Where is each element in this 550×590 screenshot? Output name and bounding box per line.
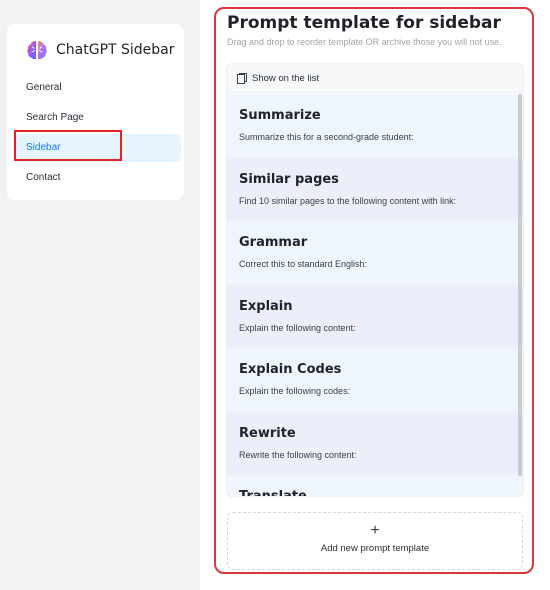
list-header: Show on the list [227,64,523,93]
template-description: Find 10 similar pages to the following c… [239,195,457,206]
template-item[interactable]: Summarize Summarize this for a second-gr… [227,94,523,158]
nav-item-general[interactable]: General [14,74,181,102]
sidebar-highlight-box [14,130,122,161]
template-description: Explain the following codes: [239,386,351,396]
page-title: Prompt template for sidebar [227,13,501,33]
template-name: Similar pages [239,171,339,187]
nav-item-search-page[interactable]: Search Page [14,104,181,132]
template-name: Summarize [239,108,321,123]
brand-name: ChatGPT Sidebar [56,42,175,58]
template-item[interactable]: Translate [227,475,523,497]
settings-nav-card: ChatGPT Sidebar General Search Page Side… [7,24,184,200]
brain-logo-icon [27,41,47,60]
template-name: Rewrite [239,425,296,441]
template-description: Correct this to standard English: [239,259,368,269]
template-item[interactable]: Explain Codes Explain the following code… [227,348,523,412]
plus-icon: + [370,522,380,539]
template-list: Show on the list Summarize Summarize thi… [226,63,524,497]
template-name: Translate [239,489,307,497]
list-header-label: Show on the list [252,72,320,84]
main-panel: Prompt template for sidebar Drag and dro… [200,0,550,590]
nav-item-contact[interactable]: Contact [14,164,181,192]
template-description: Rewrite the following content: [239,449,357,460]
page-subtitle: Drag and drop to reorder template OR arc… [227,37,502,47]
add-template-button[interactable]: + Add new prompt template [227,512,523,570]
template-name: Explain Codes [239,362,342,377]
template-item[interactable]: Grammar Correct this to standard English… [227,221,523,285]
template-item[interactable]: Rewrite Rewrite the following content: [227,411,523,475]
add-template-label: Add new prompt template [320,543,430,554]
template-item[interactable]: Similar pages Find 10 similar pages to t… [227,157,523,221]
template-description: Summarize this for a second-grade studen… [239,132,414,142]
template-description: Explain the following content: [239,322,356,333]
scrollbar[interactable] [518,94,522,476]
template-name: Grammar [239,235,308,250]
template-scroll-area[interactable]: Summarize Summarize this for a second-gr… [227,94,523,497]
template-name: Explain [239,298,293,314]
document-icon [237,72,247,84]
brand: ChatGPT Sidebar [25,38,175,62]
template-item[interactable]: Explain Explain the following content: [227,284,523,348]
